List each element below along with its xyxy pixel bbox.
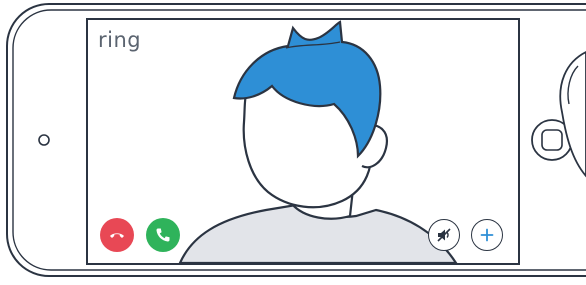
plus-icon [480,228,494,242]
phone-icon [156,228,170,242]
ring-logo: ring [98,28,142,52]
front-camera-icon [38,134,50,146]
accept-call-button[interactable] [146,218,180,252]
phone-hangup-icon [110,233,124,238]
speaker-muted-icon [437,228,451,242]
mute-speaker-button[interactable] [428,219,460,251]
decline-call-button[interactable] [100,218,134,252]
phone-device: ring [0,0,586,280]
add-button[interactable] [471,219,503,251]
video-call-screen: ring [86,18,520,265]
